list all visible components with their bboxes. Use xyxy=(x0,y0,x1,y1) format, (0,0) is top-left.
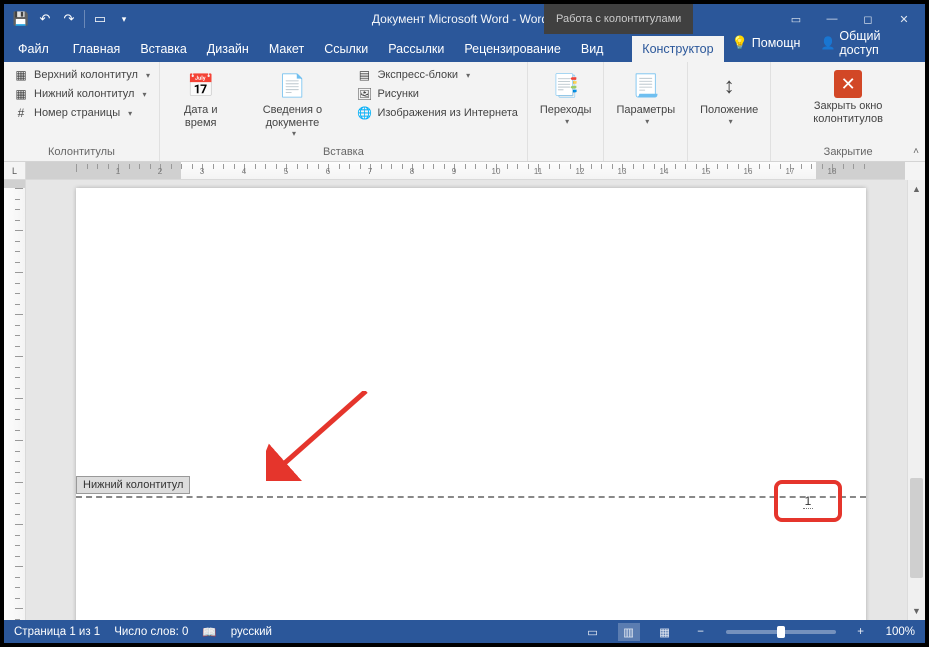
scroll-down-icon[interactable]: ▼ xyxy=(908,602,925,620)
print-layout-icon[interactable]: ▥ xyxy=(618,623,640,641)
calendar-icon: 📅 xyxy=(185,70,217,102)
online-pic-icon: 🌐 xyxy=(356,105,372,121)
footer-separator xyxy=(76,496,866,498)
maximize-icon[interactable]: ◻ xyxy=(851,6,885,32)
group-label-close: Закрытие xyxy=(777,144,919,161)
group-insert: 📅 Дата и время 📄 Сведения о документе ▤Э… xyxy=(160,62,528,161)
scroll-up-icon[interactable]: ▲ xyxy=(908,180,925,198)
close-icon[interactable]: ✕ xyxy=(887,6,921,32)
header-icon: ▦ xyxy=(13,67,29,83)
close-header-footer-button[interactable]: ✕ Закрыть окно колонтитулов xyxy=(777,66,919,144)
vertical-ruler[interactable] xyxy=(4,180,26,620)
zoom-knob[interactable] xyxy=(777,626,785,638)
collapse-ribbon-icon[interactable]: ˄ xyxy=(913,146,919,157)
zoom-slider[interactable] xyxy=(726,630,836,634)
tab-selector[interactable]: L xyxy=(4,162,26,180)
ribbon-tabs: Файл Главная Вставка Дизайн Макет Ссылки… xyxy=(4,34,925,62)
docinfo-icon: 📄 xyxy=(276,70,308,102)
picture-icon: 🖼 xyxy=(356,86,372,102)
status-words[interactable]: Число слов: 0 xyxy=(114,626,188,638)
doc-info-button[interactable]: 📄 Сведения о документе xyxy=(237,66,347,144)
position-icon: ↕ xyxy=(713,70,745,102)
quick-access-toolbar: 💾 ↶ ↷ ▭ ▾ xyxy=(4,10,141,28)
tab-review[interactable]: Рецензирование xyxy=(454,36,571,62)
group-header-footer: ▦Верхний колонтитул ▦Нижний колонтитул #… xyxy=(4,62,160,161)
status-page[interactable]: Страница 1 из 1 xyxy=(14,626,100,638)
pagenum-icon: # xyxy=(13,105,29,121)
vertical-scrollbar[interactable]: ▲ ▼ xyxy=(907,180,925,620)
minimize-icon[interactable]: — xyxy=(815,6,849,32)
tab-constructor[interactable]: Конструктор xyxy=(632,36,723,62)
status-bar: Страница 1 из 1 Число слов: 0 📖 русский … xyxy=(4,620,925,643)
zoom-in-icon[interactable]: + xyxy=(850,623,872,641)
share-icon: 👤 xyxy=(820,36,835,50)
quickparts-icon: ▤ xyxy=(356,67,372,83)
tab-design[interactable]: Дизайн xyxy=(197,36,259,62)
scroll-track[interactable] xyxy=(908,198,925,602)
tab-file[interactable]: Файл xyxy=(4,36,63,62)
tab-mailings[interactable]: Рассылки xyxy=(378,36,454,62)
qat-customize-icon[interactable]: ▾ xyxy=(115,10,133,28)
quick-parts-dropdown[interactable]: ▤Экспресс-блоки xyxy=(353,66,520,84)
proofing-icon[interactable]: 📖 xyxy=(202,625,216,639)
group-position: ↕ Положение xyxy=(688,62,771,161)
close-hf-icon: ✕ xyxy=(834,70,862,98)
ribbon: ▦Верхний колонтитул ▦Нижний колонтитул #… xyxy=(4,62,925,162)
document-area: Нижний колонтитул 1 ▲ ▼ xyxy=(4,180,925,620)
tab-view[interactable]: Вид xyxy=(571,36,614,62)
pictures-button[interactable]: 🖼Рисунки xyxy=(353,85,520,103)
save-icon[interactable]: 💾 xyxy=(12,10,30,28)
footer-icon: ▦ xyxy=(13,86,29,102)
annotation-arrow xyxy=(266,391,376,481)
page-viewport[interactable]: Нижний колонтитул 1 xyxy=(26,180,907,620)
group-label-insert: Вставка xyxy=(166,144,521,161)
lightbulb-icon: 💡 xyxy=(732,35,748,51)
group-navigation: 📑 Переходы xyxy=(528,62,605,161)
contextual-tool-label: Работа с колонтитулами xyxy=(544,4,693,34)
ribbon-display-icon[interactable]: ▭ xyxy=(779,6,813,32)
tab-layout[interactable]: Макет xyxy=(259,36,314,62)
page-number-value[interactable]: 1 xyxy=(803,494,814,509)
options-button[interactable]: 📃 Параметры xyxy=(610,66,681,144)
read-mode-icon[interactable]: ▭ xyxy=(582,623,604,641)
online-pictures-button[interactable]: 🌐Изображения из Интернета xyxy=(353,104,520,122)
options-icon: 📃 xyxy=(630,70,662,102)
page-number-dropdown[interactable]: #Номер страницы xyxy=(10,104,153,122)
zoom-level[interactable]: 100% xyxy=(886,626,915,638)
tab-home[interactable]: Главная xyxy=(63,36,131,62)
qat-divider xyxy=(84,10,85,28)
zoom-out-icon[interactable]: − xyxy=(690,623,712,641)
footer-tag-label[interactable]: Нижний колонтитул xyxy=(76,476,190,494)
page-number-highlight: 1 xyxy=(774,480,842,522)
undo-icon[interactable]: ↶ xyxy=(36,10,54,28)
date-time-button[interactable]: 📅 Дата и время xyxy=(166,66,236,144)
new-doc-icon[interactable]: ▭ xyxy=(91,10,109,28)
title-bar: 💾 ↶ ↷ ▭ ▾ Документ Microsoft Word - Word… xyxy=(4,4,925,34)
goto-button[interactable]: 📑 Переходы xyxy=(534,66,598,144)
group-options: 📃 Параметры xyxy=(604,62,688,161)
horizontal-ruler[interactable]: 123456789101112131415161718 xyxy=(26,162,905,180)
document-page[interactable]: Нижний колонтитул 1 xyxy=(76,188,866,620)
goto-icon: 📑 xyxy=(550,70,582,102)
redo-icon[interactable]: ↷ xyxy=(60,10,78,28)
header-dropdown[interactable]: ▦Верхний колонтитул xyxy=(10,66,153,84)
web-layout-icon[interactable]: ▦ xyxy=(654,623,676,641)
group-label-hf: Колонтитулы xyxy=(10,144,153,161)
footer-dropdown[interactable]: ▦Нижний колонтитул xyxy=(10,85,153,103)
group-close: ✕ Закрыть окно колонтитулов Закрытие xyxy=(771,62,925,161)
status-language[interactable]: русский xyxy=(231,626,272,638)
tab-references[interactable]: Ссылки xyxy=(314,36,378,62)
scroll-thumb[interactable] xyxy=(910,478,923,578)
tab-insert[interactable]: Вставка xyxy=(130,36,196,62)
position-button[interactable]: ↕ Положение xyxy=(694,66,764,144)
